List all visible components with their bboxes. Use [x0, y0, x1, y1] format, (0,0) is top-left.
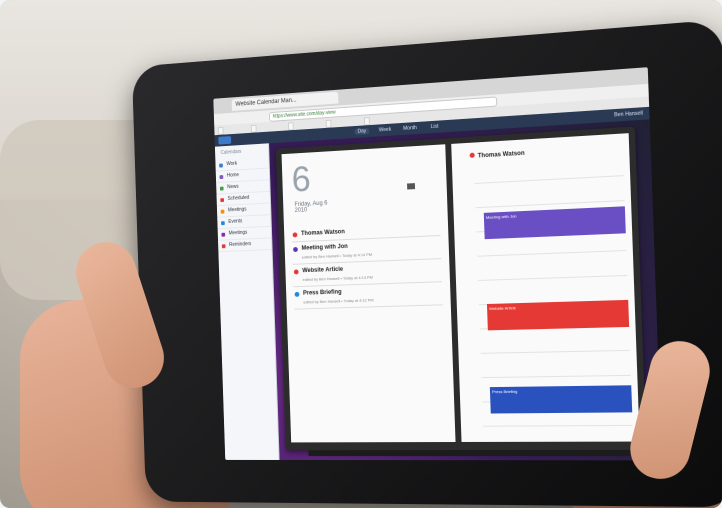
- event-list: Thomas Watson Meeting with Jon edited by B…: [291, 220, 443, 310]
- event-color-dot: [469, 152, 475, 158]
- event-meta: edited by Ben Hansell • Today at 4:13 PM: [302, 274, 373, 283]
- sidebar-item-label: Meetings: [228, 229, 248, 237]
- hour-gridline: [474, 175, 624, 184]
- event-title: Meeting with Jon: [301, 243, 348, 252]
- calendar-event-block[interactable]: Press Briefing: [489, 385, 633, 414]
- event-color-dot: [292, 232, 298, 238]
- day-label: Friday, Aug 6 2010: [294, 201, 327, 214]
- mini-calendar-day[interactable]: [391, 184, 399, 190]
- hour-gridline: [483, 424, 633, 427]
- scroll-strip[interactable]: [308, 449, 641, 457]
- calendar-color-icon: [220, 209, 225, 214]
- mini-calendar-day[interactable]: [400, 201, 408, 207]
- planner-left-page: 6 Friday, Aug 6 2010 Thomas Watson Meetin…: [281, 144, 456, 443]
- nav-month[interactable]: Month: [403, 125, 417, 132]
- planner-right-page: Thomas Watson Meeting with Jon Website Ar…: [451, 133, 640, 442]
- sidebar-item-label: Meetings: [227, 206, 247, 214]
- mini-calendar-day[interactable]: [422, 164, 430, 170]
- mini-calendar-day[interactable]: [376, 203, 384, 209]
- mini-calendar-day[interactable]: [391, 166, 399, 172]
- sidebar-item-label: Home: [226, 172, 240, 179]
- mini-calendar-day[interactable]: [392, 202, 400, 208]
- mini-calendar-day[interactable]: [408, 201, 416, 207]
- mini-calendar-day[interactable]: [431, 200, 439, 206]
- mini-calendar-day[interactable]: [431, 182, 439, 188]
- sidebar-item-label: News: [227, 183, 239, 191]
- nav-list[interactable]: List: [431, 124, 439, 131]
- mini-calendar-day[interactable]: [423, 182, 431, 188]
- mini-calendar-day[interactable]: [415, 201, 423, 207]
- calendar-event-block[interactable]: Meeting with Jon: [483, 206, 626, 240]
- nav-week[interactable]: Week: [379, 127, 392, 134]
- user-name[interactable]: Ben Hansell: [614, 110, 643, 118]
- hour-gridline: [481, 374, 631, 379]
- event-meta: edited by Ben Hansell • Today at 4:12 PM: [303, 297, 374, 305]
- mini-calendar-day[interactable]: [430, 164, 438, 170]
- calendar-color-icon: [221, 232, 226, 237]
- mini-calendar-day[interactable]: [376, 185, 384, 191]
- day-label-year: 2010: [294, 207, 308, 214]
- calendar-event-block[interactable]: Website Article: [486, 299, 630, 331]
- day-number: 6: [291, 158, 312, 200]
- sidebar-item-label: Work: [226, 160, 238, 168]
- event-title: Thomas Watson: [300, 229, 345, 238]
- calendar-color-icon: [219, 186, 224, 191]
- event-color-dot: [294, 291, 300, 297]
- sidebar-item-label: Events: [228, 218, 243, 225]
- mini-calendar-day[interactable]: [384, 184, 392, 190]
- right-page-title: Thomas Watson: [477, 150, 525, 160]
- mini-calendar-day[interactable]: [406, 165, 414, 171]
- mini-calendar-day[interactable]: [384, 202, 392, 208]
- mini-calendar-day[interactable]: [423, 200, 431, 206]
- mini-calendar-day[interactable]: [414, 165, 422, 171]
- mini-calendar[interactable]: [375, 155, 439, 202]
- sidebar-item[interactable]: Reminders: [218, 238, 272, 253]
- hour-gridline: [477, 249, 627, 257]
- tablet-screen: Website Calendar Man... https://www.site…: [213, 67, 662, 461]
- calendar-sidebar: Calendars Work Home News Scheduled Meetings E…: [214, 143, 280, 460]
- event-item[interactable]: Press Briefing edited by Ben Hansell • To…: [293, 282, 443, 310]
- photo-background: Website Calendar Man... https://www.site…: [0, 0, 722, 508]
- right-page-header: Thomas Watson: [469, 150, 525, 160]
- calendar-color-icon: [219, 175, 224, 180]
- mini-calendar-day[interactable]: [375, 167, 383, 173]
- mini-calendar-day[interactable]: [383, 166, 391, 172]
- event-color-dot: [293, 269, 299, 275]
- mini-calendar-day[interactable]: [407, 183, 416, 190]
- calendar-color-icon: [219, 163, 223, 168]
- event-title: Website Article: [302, 266, 344, 275]
- event-color-dot: [293, 246, 298, 253]
- sidebar-item-label: Scheduled: [227, 194, 250, 202]
- calendar-color-icon: [221, 244, 226, 249]
- app-logo[interactable]: [218, 136, 232, 145]
- calendar-color-icon: [220, 198, 225, 203]
- hour-gridline: [478, 274, 628, 281]
- calendar-color-icon: [221, 221, 225, 226]
- hour-gridline: [480, 349, 631, 354]
- mini-calendar-day[interactable]: [399, 184, 407, 190]
- sidebar-item-label: Reminders: [229, 241, 252, 248]
- nav-day[interactable]: Day: [354, 128, 370, 135]
- day-planner: 6 Friday, Aug 6 2010 Thomas Watson Meetin…: [275, 126, 647, 451]
- mini-calendar-day[interactable]: [399, 166, 407, 172]
- mini-calendar-day[interactable]: [415, 183, 423, 189]
- event-title: Press Briefing: [302, 289, 342, 297]
